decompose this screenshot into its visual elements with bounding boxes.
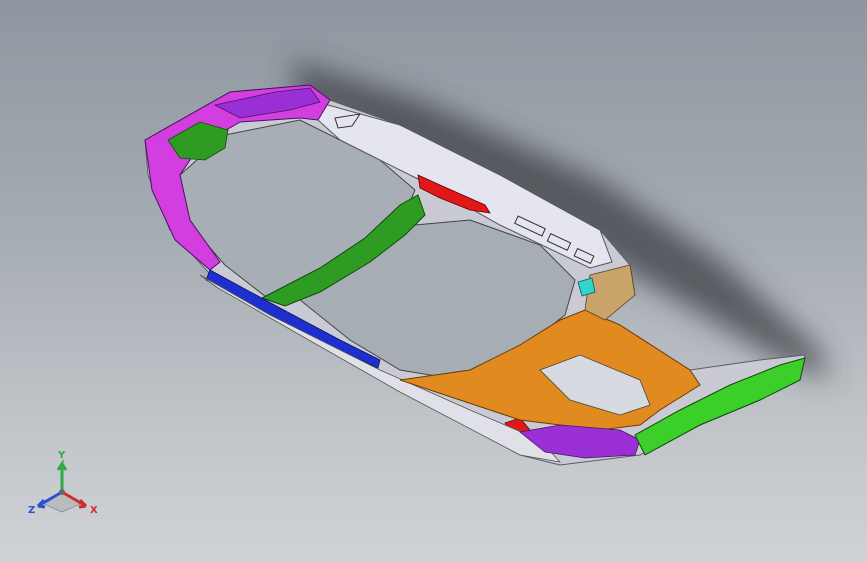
graphics-viewport[interactable]: Y X Z [0,0,867,562]
x-axis-label: X [90,505,98,516]
view-orientation-triad[interactable]: Y X Z [22,446,102,526]
body-frame-model[interactable] [0,0,867,562]
y-axis-label: Y [58,450,66,461]
triad-origin [59,489,65,495]
y-axis-arrow-icon [56,459,68,492]
z-axis-label: Z [28,505,36,516]
